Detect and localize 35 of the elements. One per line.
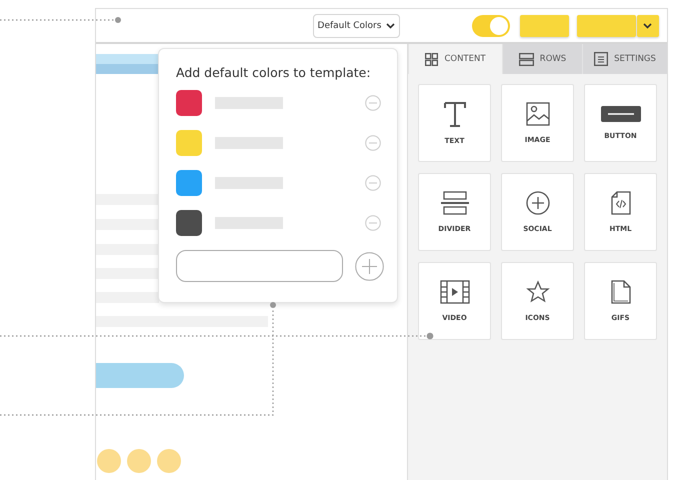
action-button[interactable] — [520, 14, 569, 36]
remove-button[interactable] — [365, 215, 381, 231]
plus-circle-icon — [355, 252, 384, 280]
rows-icon — [518, 52, 534, 66]
color-swatch[interactable] — [176, 170, 202, 196]
divider-icon — [440, 191, 468, 215]
remove-button[interactable] — [365, 135, 381, 151]
panel-tab[interactable]: ROWS — [502, 44, 582, 74]
code-file-icon — [610, 191, 630, 215]
panel-tab[interactable]: SETTINGS — [582, 44, 667, 74]
text-icon — [442, 101, 466, 127]
film-icon — [440, 280, 470, 304]
remove-button[interactable] — [365, 175, 381, 191]
color-swatch[interactable] — [176, 130, 202, 156]
remove-button[interactable] — [365, 95, 381, 111]
emoji-icon — [97, 449, 121, 473]
color-swatch[interactable] — [176, 210, 202, 236]
colors-dropdown[interactable]: Default Colors — [313, 14, 400, 38]
popover-title: Add default colors to template: — [176, 65, 372, 80]
dropdown-button[interactable] — [636, 14, 659, 36]
panel-icon — [594, 52, 608, 66]
emoji-icon — [127, 449, 151, 473]
toggle-switch[interactable] — [472, 14, 510, 36]
color-swatch[interactable] — [176, 90, 202, 116]
grid-icon — [425, 52, 438, 66]
plus-circle-icon — [526, 191, 550, 215]
color-input-field[interactable] — [176, 250, 343, 282]
star-icon — [526, 280, 550, 304]
chevron-down-icon — [643, 22, 652, 28]
add-button[interactable] — [355, 252, 384, 280]
file-icon — [610, 280, 630, 304]
chevron-down-icon — [386, 22, 396, 28]
button-icon — [600, 106, 640, 122]
image-icon — [526, 102, 550, 126]
emoji-icon — [157, 449, 181, 473]
